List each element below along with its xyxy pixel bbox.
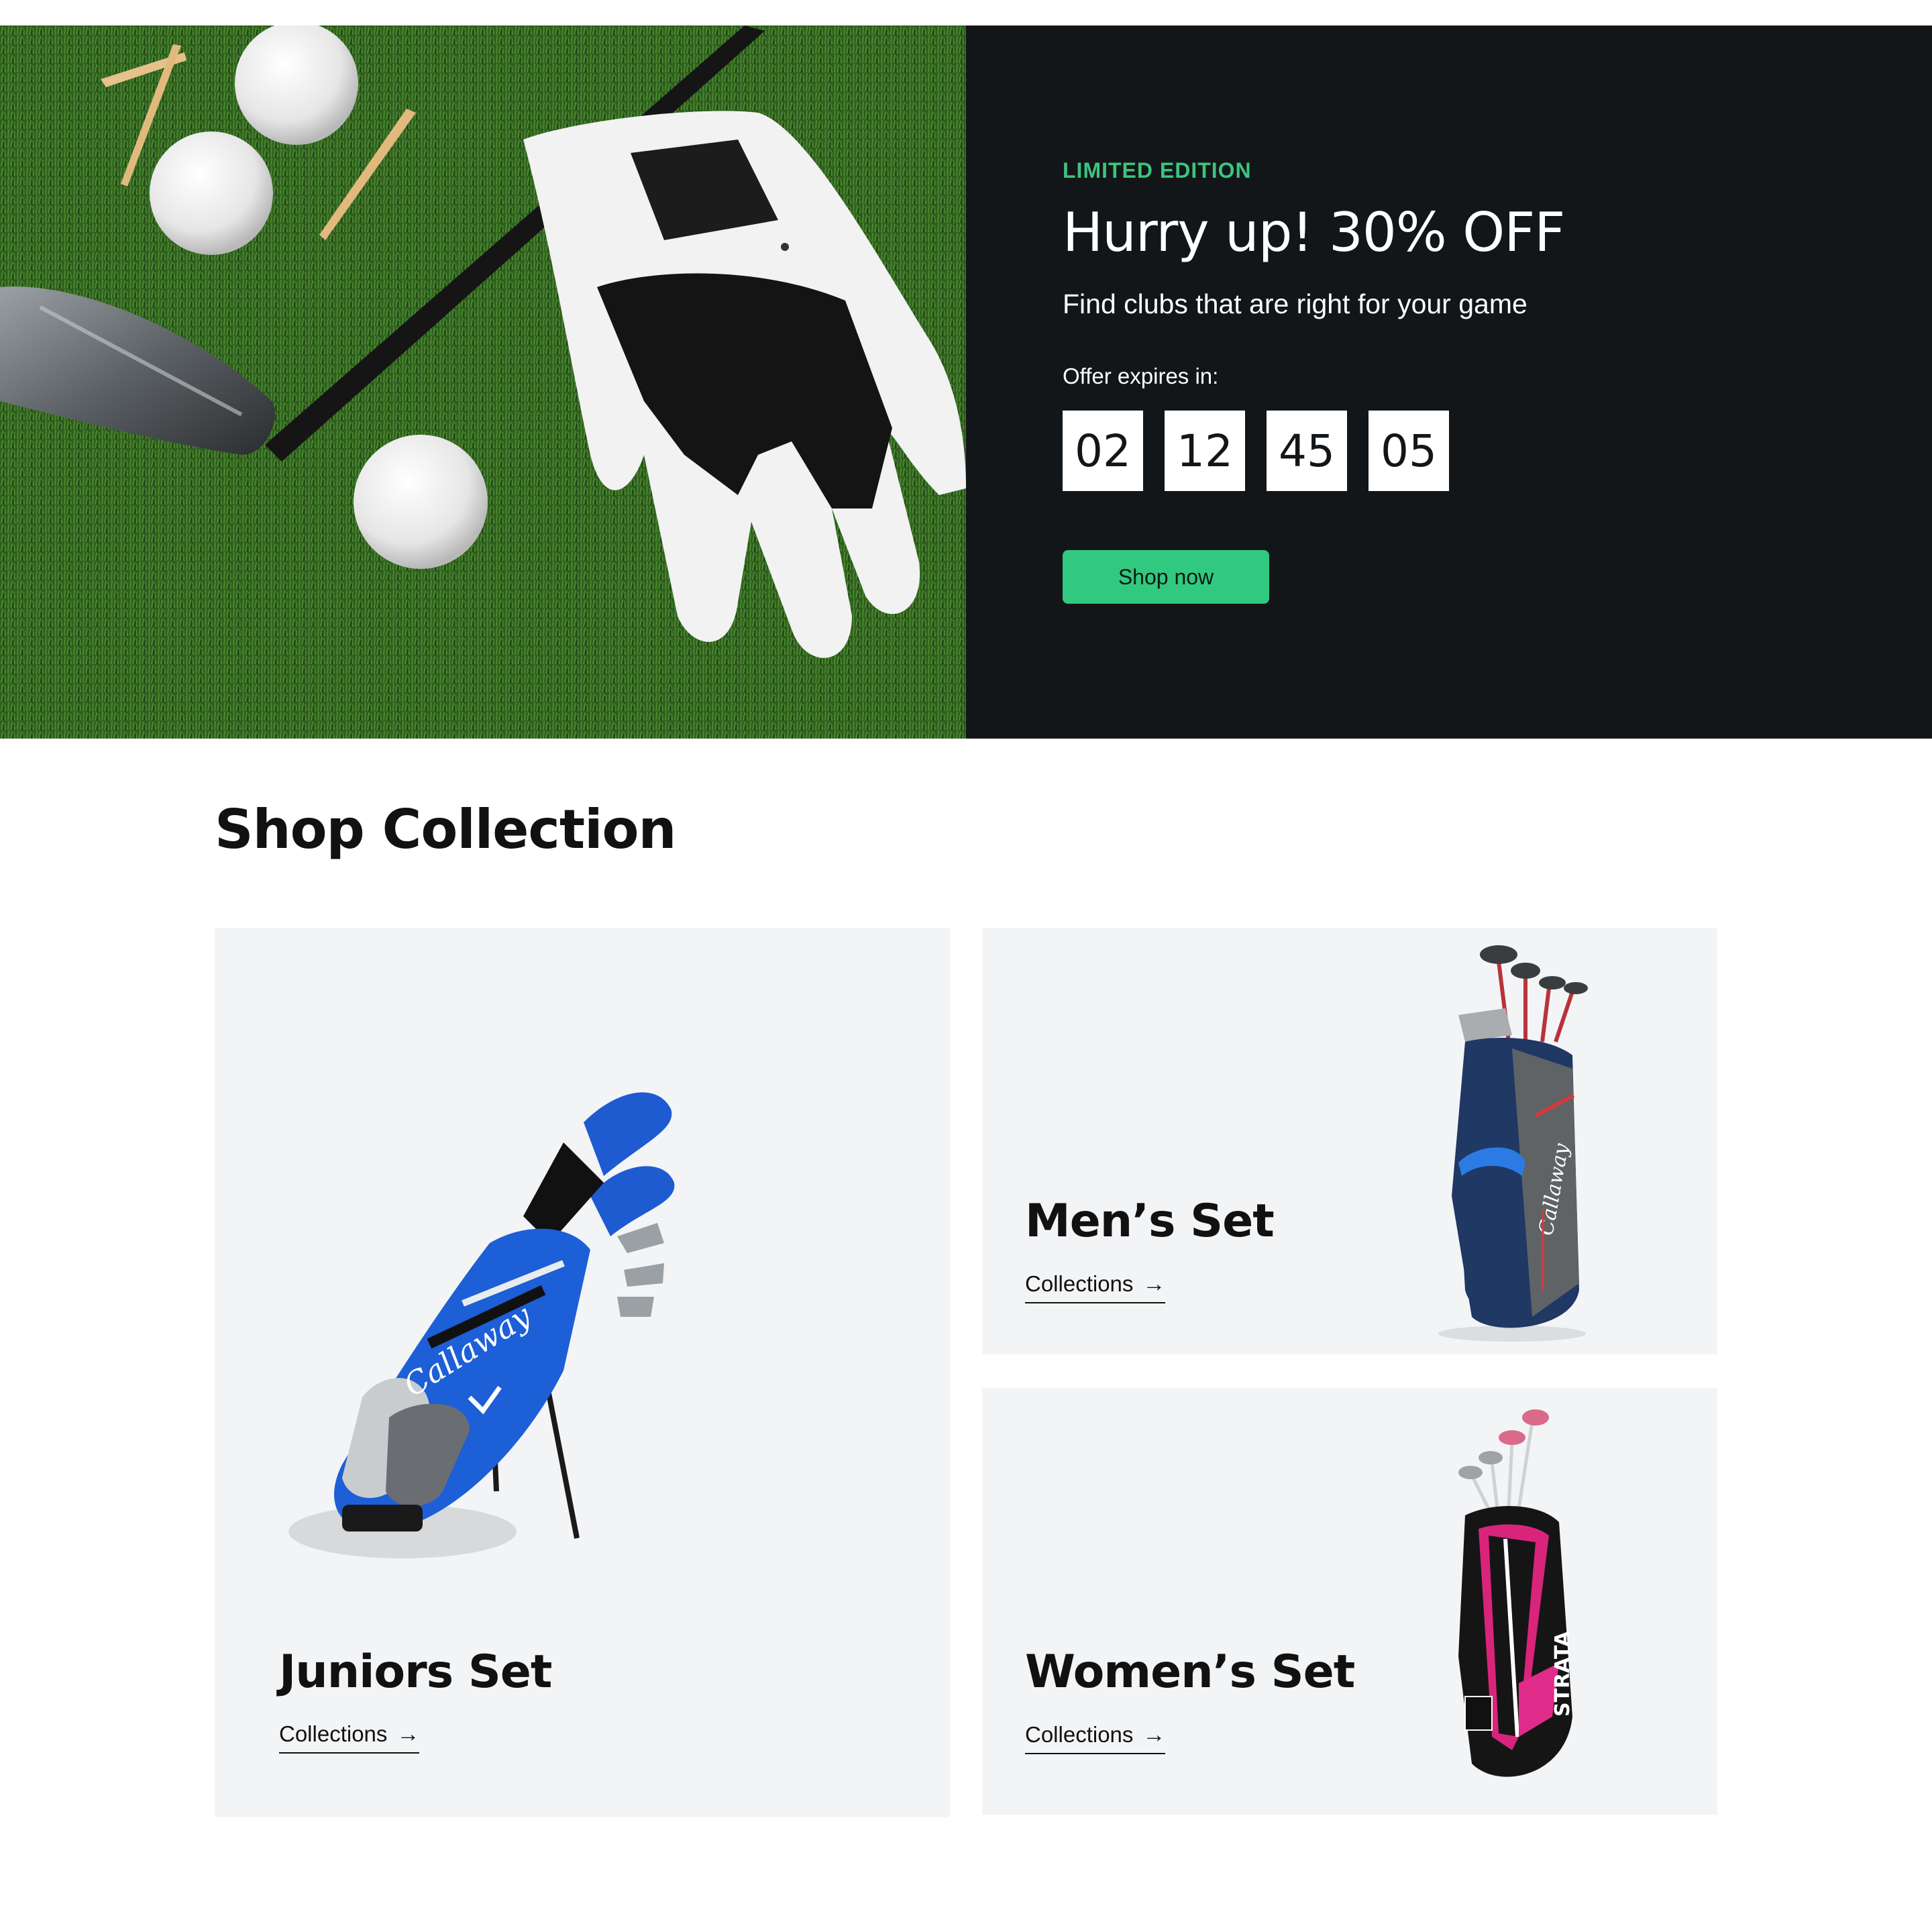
mens-golf-bag-image: Callaway bbox=[1438, 945, 1588, 1342]
countdown-seconds: 05 bbox=[1368, 411, 1449, 491]
collection-card-juniors[interactable]: Callaway Juniors Set Collections → bbox=[215, 928, 950, 1817]
promo-panel: LIMITED EDITION Hurry up! 30% OFF Find c… bbox=[966, 25, 1932, 739]
collection-card-mens[interactable]: Callaway Men’s Set Collections → bbox=[982, 928, 1717, 1354]
collections-link[interactable]: Collections → bbox=[279, 1721, 420, 1754]
collections-link[interactable]: Collections → bbox=[1025, 1271, 1166, 1303]
promo-eyebrow: LIMITED EDITION bbox=[1063, 158, 1252, 182]
arrow-right-icon: → bbox=[396, 1721, 420, 1747]
offer-expires-label: Offer expires in: bbox=[1063, 364, 1219, 388]
shop-now-button[interactable]: Shop now bbox=[1063, 550, 1269, 604]
link-label: Collections bbox=[279, 1721, 388, 1746]
arrow-right-icon: → bbox=[1142, 1271, 1166, 1297]
countdown-days: 02 bbox=[1063, 411, 1143, 491]
card-title: Men’s Set bbox=[1025, 1195, 1275, 1248]
card-title: Juniors Set bbox=[279, 1646, 552, 1699]
countdown-hours: 12 bbox=[1165, 411, 1245, 491]
section-title: Shop Collection bbox=[215, 798, 676, 861]
countdown-minutes: 45 bbox=[1267, 411, 1347, 491]
arrow-right-icon: → bbox=[1142, 1722, 1166, 1748]
collection-card-womens[interactable]: STRATA Women’s Set Collections → bbox=[982, 1388, 1717, 1815]
link-label: Collections bbox=[1025, 1722, 1134, 1747]
promo-banner: LIMITED EDITION Hurry up! 30% OFF Find c… bbox=[0, 25, 1932, 739]
promo-subtitle: Find clubs that are right for your game bbox=[1063, 288, 1527, 319]
card-title: Women’s Set bbox=[1025, 1646, 1355, 1699]
collections-link[interactable]: Collections → bbox=[1025, 1722, 1166, 1754]
countdown-timer: 02 12 45 05 bbox=[1063, 411, 1449, 491]
juniors-golf-bag-image: Callaway bbox=[288, 1092, 675, 1558]
promo-title: Hurry up! 30% OFF bbox=[1063, 201, 1565, 264]
link-label: Collections bbox=[1025, 1271, 1134, 1296]
svg-text:STRATA: STRATA bbox=[1551, 1631, 1574, 1717]
womens-golf-bag-image: STRATA bbox=[1458, 1409, 1574, 1777]
golf-equipment-photo bbox=[0, 25, 966, 739]
